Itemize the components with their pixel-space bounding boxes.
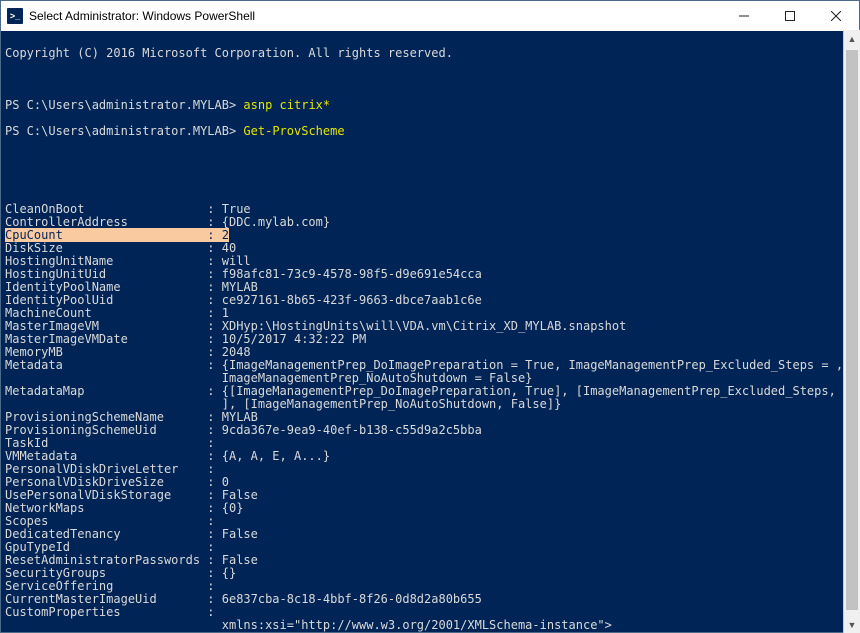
window-title: Select Administrator: Windows PowerShell: [29, 9, 255, 23]
copyright-line: Copyright (C) 2016 Microsoft Corporation…: [5, 47, 859, 60]
prompt-line: PS C:\Users\administrator.MYLAB> asnp ci…: [5, 99, 859, 112]
prompt-line: PS C:\Users\administrator.MYLAB> Get-Pro…: [5, 125, 859, 138]
command-getprovscheme: Get-ProvScheme: [243, 124, 344, 138]
titlebar[interactable]: >_ Select Administrator: Windows PowerSh…: [1, 1, 859, 31]
highlighted-property: CpuCount : 2: [5, 228, 229, 242]
powershell-window: >_ Select Administrator: Windows PowerSh…: [0, 0, 860, 633]
minimize-button[interactable]: [721, 1, 767, 31]
maximize-button[interactable]: [767, 1, 813, 31]
scroll-up-icon[interactable]: ▲: [844, 30, 860, 47]
powershell-icon: >_: [7, 8, 23, 24]
scroll-thumb[interactable]: [846, 50, 858, 610]
scrollbar[interactable]: ▲ ▼: [843, 30, 860, 633]
close-button[interactable]: [813, 1, 859, 31]
scroll-down-icon[interactable]: ▼: [844, 616, 860, 633]
console-area[interactable]: Copyright (C) 2016 Microsoft Corporation…: [1, 31, 859, 632]
command-asnp: asnp citrix*: [243, 98, 330, 112]
